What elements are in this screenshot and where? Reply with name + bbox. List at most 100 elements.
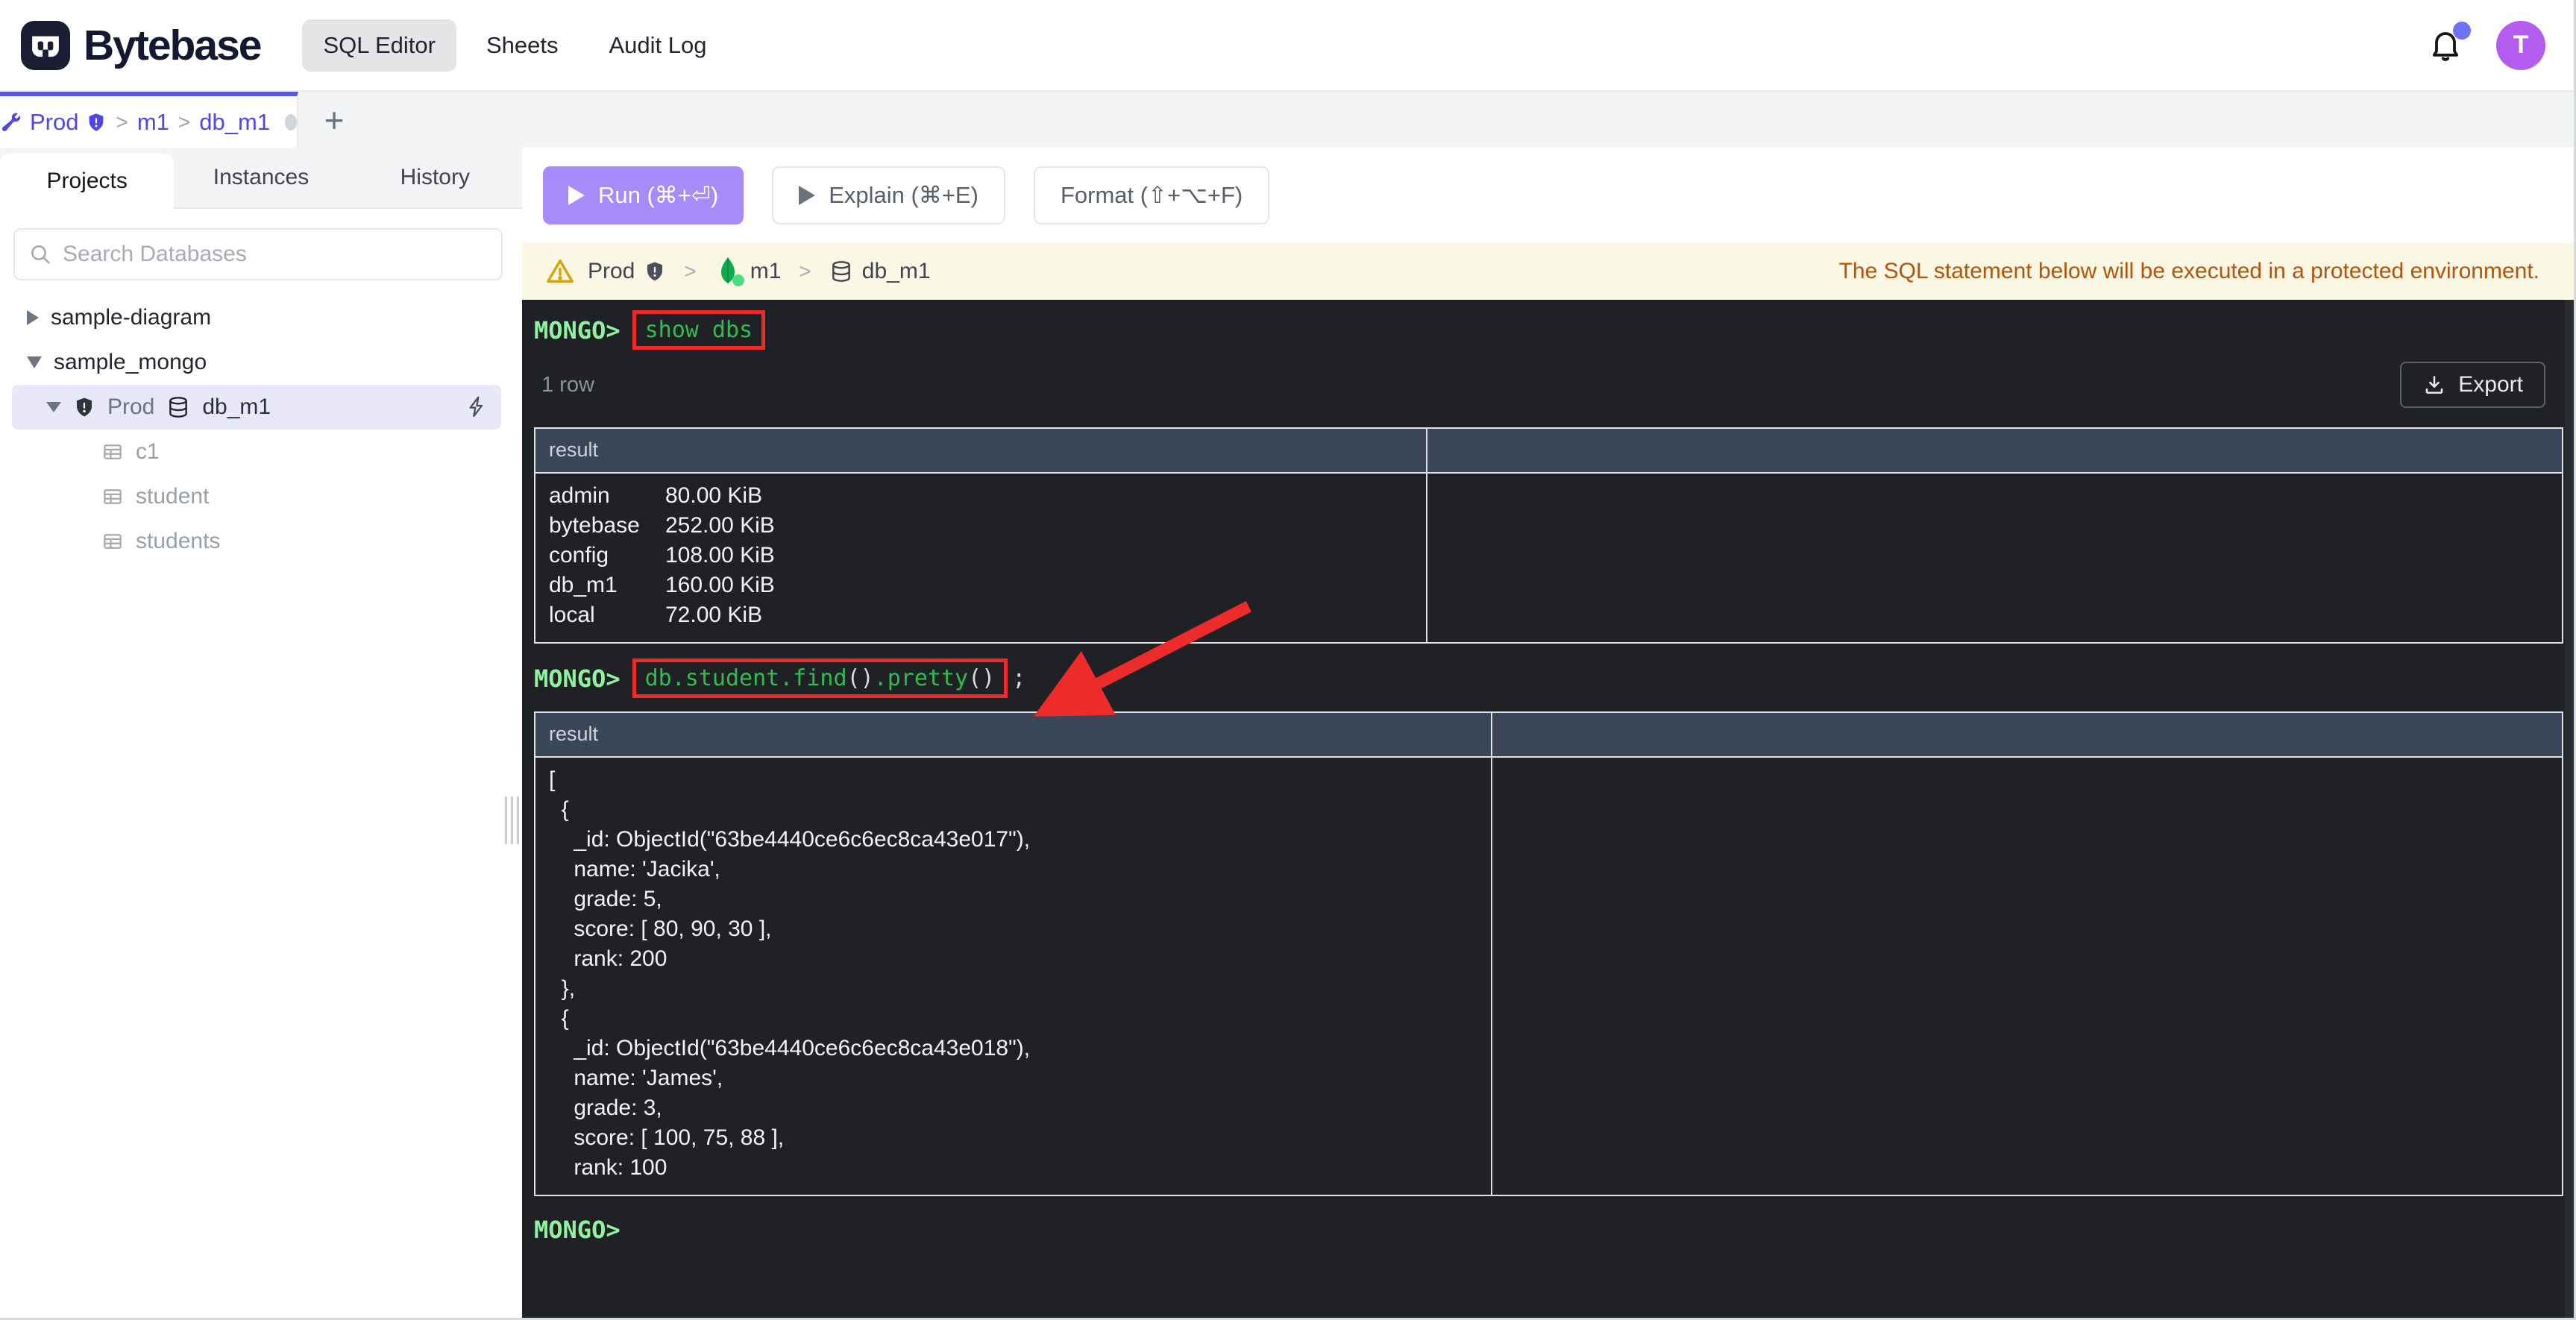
db-size: 108.00 KiB <box>665 543 775 568</box>
json-line: grade: 5, <box>549 887 662 911</box>
new-tab-button[interactable]: + <box>298 92 370 148</box>
format-button[interactable]: Format (⇧+⌥+F) <box>1033 166 1270 224</box>
tree-item-sample-diagram[interactable]: sample-diagram <box>0 295 522 340</box>
tab-projects[interactable]: Projects <box>0 154 175 209</box>
banner-database-label: db_m1 <box>861 259 931 283</box>
database-icon <box>832 261 850 282</box>
bytebase-logo-icon <box>21 20 70 70</box>
result-table-body: admin 80.00 KiB bytebase 252.00 KiB config 10… <box>535 474 2562 642</box>
banner-env-label: Prod <box>588 259 635 283</box>
command-input-line[interactable]: MONGO> <box>534 1216 2574 1244</box>
db-size: 252.00 KiB <box>665 513 775 538</box>
tab-separator: > <box>116 110 128 133</box>
json-line: [ <box>549 767 556 792</box>
tree-item-sample-mongo[interactable]: sample_mongo <box>0 340 522 385</box>
json-line: rank: 200 <box>549 946 667 971</box>
annotation-box-2: db.student.find().pretty() <box>632 659 1008 698</box>
db-name: local <box>549 603 595 627</box>
play-icon <box>799 186 816 205</box>
export-button[interactable]: Export <box>2400 362 2545 408</box>
mongodb-leaf-icon <box>714 257 744 286</box>
empty-cell <box>1492 758 2562 1195</box>
download-icon <box>2426 376 2443 394</box>
sheet-tabbar: Prod > m1 > db_m1 + <box>0 92 2574 148</box>
notification-dot <box>2453 21 2471 40</box>
tab-database: db_m1 <box>199 108 271 135</box>
caret-right-icon <box>27 310 39 325</box>
top-navigation: SQL Editor Sheets Audit Log <box>302 19 727 72</box>
nav-sheets[interactable]: Sheets <box>465 19 579 72</box>
banner-instance-label: m1 <box>750 259 782 283</box>
command-line-1: MONGO> show dbs <box>534 310 2574 350</box>
json-line: name: 'Jacika', <box>549 857 720 881</box>
tree-item-c1[interactable]: c1 <box>0 430 522 474</box>
banner-instance: m1 <box>714 257 782 286</box>
database-tree: sample-diagram sample_mongo Prod db_m1 c… <box>0 295 522 564</box>
json-line: name: 'James', <box>549 1066 723 1090</box>
tree-item-prod-db-m1[interactable]: Prod db_m1 <box>12 385 501 430</box>
column-header-empty <box>1492 713 2562 756</box>
json-line: _id: ObjectId("63be4440ce6c6ec8ca43e017"… <box>549 827 1031 852</box>
command-segment: db.student.find <box>644 665 847 691</box>
quick-action-bolt-icon[interactable] <box>465 395 489 419</box>
banner-separator: > <box>684 260 697 283</box>
warning-triangle-icon <box>547 259 574 283</box>
result-meta-row: 1 row Export <box>534 360 2574 409</box>
tree-item-student[interactable]: student <box>0 474 522 519</box>
nav-sql-editor[interactable]: SQL Editor <box>302 19 456 72</box>
result-table-1: result admin 80.00 KiB bytebase 252.00 KiB c… <box>534 427 2563 644</box>
explain-button[interactable]: Explain (⌘+E) <box>772 166 1005 224</box>
command-segment: () <box>846 665 874 691</box>
caret-down-icon <box>27 356 42 368</box>
result-table-header: result <box>535 713 2562 758</box>
result-table-header: result <box>535 429 2562 474</box>
collection-icon <box>104 489 122 504</box>
json-line: }, <box>549 976 576 1001</box>
tab-instances[interactable]: Instances <box>174 148 348 207</box>
tree-db-label: db_m1 <box>202 395 271 419</box>
panel-resize-handle[interactable] <box>505 796 519 844</box>
db-row: local 72.00 KiB <box>549 600 1426 630</box>
nav-audit-log[interactable]: Audit Log <box>588 19 727 72</box>
db-size-rows: admin 80.00 KiB bytebase 252.00 KiB config 10… <box>535 474 1427 642</box>
result-table-2: result [ { _id: ObjectId("63be4440ce6c6e… <box>534 711 2563 1196</box>
command-segment: .pretty <box>873 665 969 691</box>
protected-environment-message: The SQL statement below will be executed… <box>1838 259 2539 283</box>
terminal-scrollbar[interactable] <box>2565 300 2574 1318</box>
format-label: Format (⇧+⌥+F) <box>1060 182 1243 208</box>
json-line: { <box>549 797 569 822</box>
mongo-terminal: MONGO> show dbs 1 row Export result admi… <box>522 300 2574 1318</box>
run-button[interactable]: Run (⌘+⏎) <box>543 166 744 224</box>
db-size: 72.00 KiB <box>665 603 763 627</box>
tree-label: student <box>136 484 210 509</box>
search-icon <box>31 245 50 264</box>
shield-alert-icon <box>89 113 104 131</box>
json-line: score: [ 80, 90, 30 ], <box>549 917 772 941</box>
protected-environment-banner: Prod > m1 > db_m1 The SQL statement belo… <box>522 243 2574 300</box>
search-input[interactable] <box>63 242 488 267</box>
annotation-box-1: show dbs <box>632 310 766 350</box>
status-dot <box>732 274 744 286</box>
tree-item-students[interactable]: students <box>0 519 522 564</box>
tab-history[interactable]: History <box>348 148 522 207</box>
run-label: Run (⌘+⏎) <box>598 182 719 208</box>
export-label: Export <box>2458 372 2523 397</box>
notifications-button[interactable] <box>2428 21 2471 63</box>
tree-env-label: Prod <box>107 395 155 419</box>
column-header-empty <box>1427 429 2562 472</box>
avatar[interactable]: T <box>2496 20 2545 70</box>
db-row: config 108.00 KiB <box>549 541 1426 571</box>
banner-separator: > <box>799 260 811 283</box>
tab-instance: m1 <box>136 108 169 135</box>
sheet-tab-active[interactable]: Prod > m1 > db_m1 <box>0 92 298 148</box>
mongo-prompt: MONGO> <box>534 1216 621 1244</box>
collection-icon <box>104 444 122 459</box>
explain-label: Explain (⌘+E) <box>829 182 978 208</box>
database-search[interactable] <box>13 228 503 280</box>
db-name: config <box>549 543 609 568</box>
db-size: 160.00 KiB <box>665 573 775 597</box>
brand[interactable]: Bytebase <box>21 20 262 70</box>
brand-name: Bytebase <box>84 21 262 69</box>
db-row: db_m1 160.00 KiB <box>549 571 1426 600</box>
sidebar-tabs: Projects Instances History <box>0 148 522 209</box>
